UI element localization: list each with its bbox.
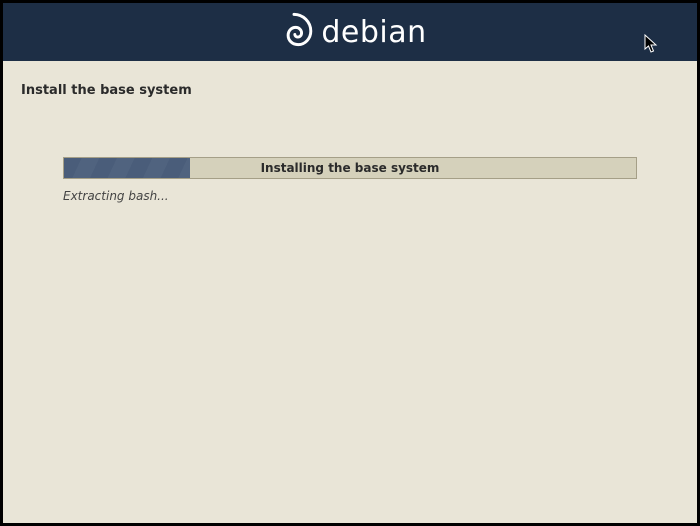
progress-status: Extracting bash... <box>63 189 637 203</box>
progress-fill <box>64 158 190 178</box>
page-title: Install the base system <box>21 83 192 98</box>
debian-logo: debian <box>273 11 426 53</box>
debian-swirl-icon <box>273 11 315 53</box>
mouse-cursor-icon <box>644 34 658 54</box>
progress-section: Installing the base system Extracting ba… <box>63 157 637 203</box>
progress-label: Installing the base system <box>261 161 440 175</box>
progress-bar: Installing the base system <box>63 157 637 179</box>
installer-header: debian <box>3 3 697 61</box>
brand-text: debian <box>321 15 426 50</box>
installer-content: Install the base system Installing the b… <box>3 61 697 523</box>
